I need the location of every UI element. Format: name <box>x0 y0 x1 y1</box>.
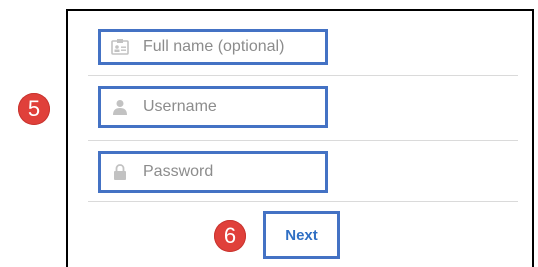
username-field[interactable]: Username <box>98 86 328 128</box>
frame-top-border <box>66 9 534 11</box>
divider <box>88 140 518 141</box>
person-icon <box>111 98 129 116</box>
frame-right-border <box>532 9 534 267</box>
frame-left-border <box>66 9 68 267</box>
divider <box>88 75 518 76</box>
lock-icon <box>111 163 129 181</box>
password-placeholder: Password <box>143 163 214 180</box>
full-name-field[interactable]: Full name (optional) <box>98 29 328 65</box>
username-placeholder: Username <box>143 98 217 115</box>
id-card-icon <box>111 38 129 56</box>
divider <box>88 201 518 202</box>
full-name-placeholder: Full name (optional) <box>143 38 285 55</box>
next-button[interactable]: Next <box>263 211 340 259</box>
step-badge-fields: 5 <box>18 93 50 125</box>
password-field[interactable]: Password <box>98 151 328 193</box>
step-badge-next: 6 <box>214 220 246 252</box>
